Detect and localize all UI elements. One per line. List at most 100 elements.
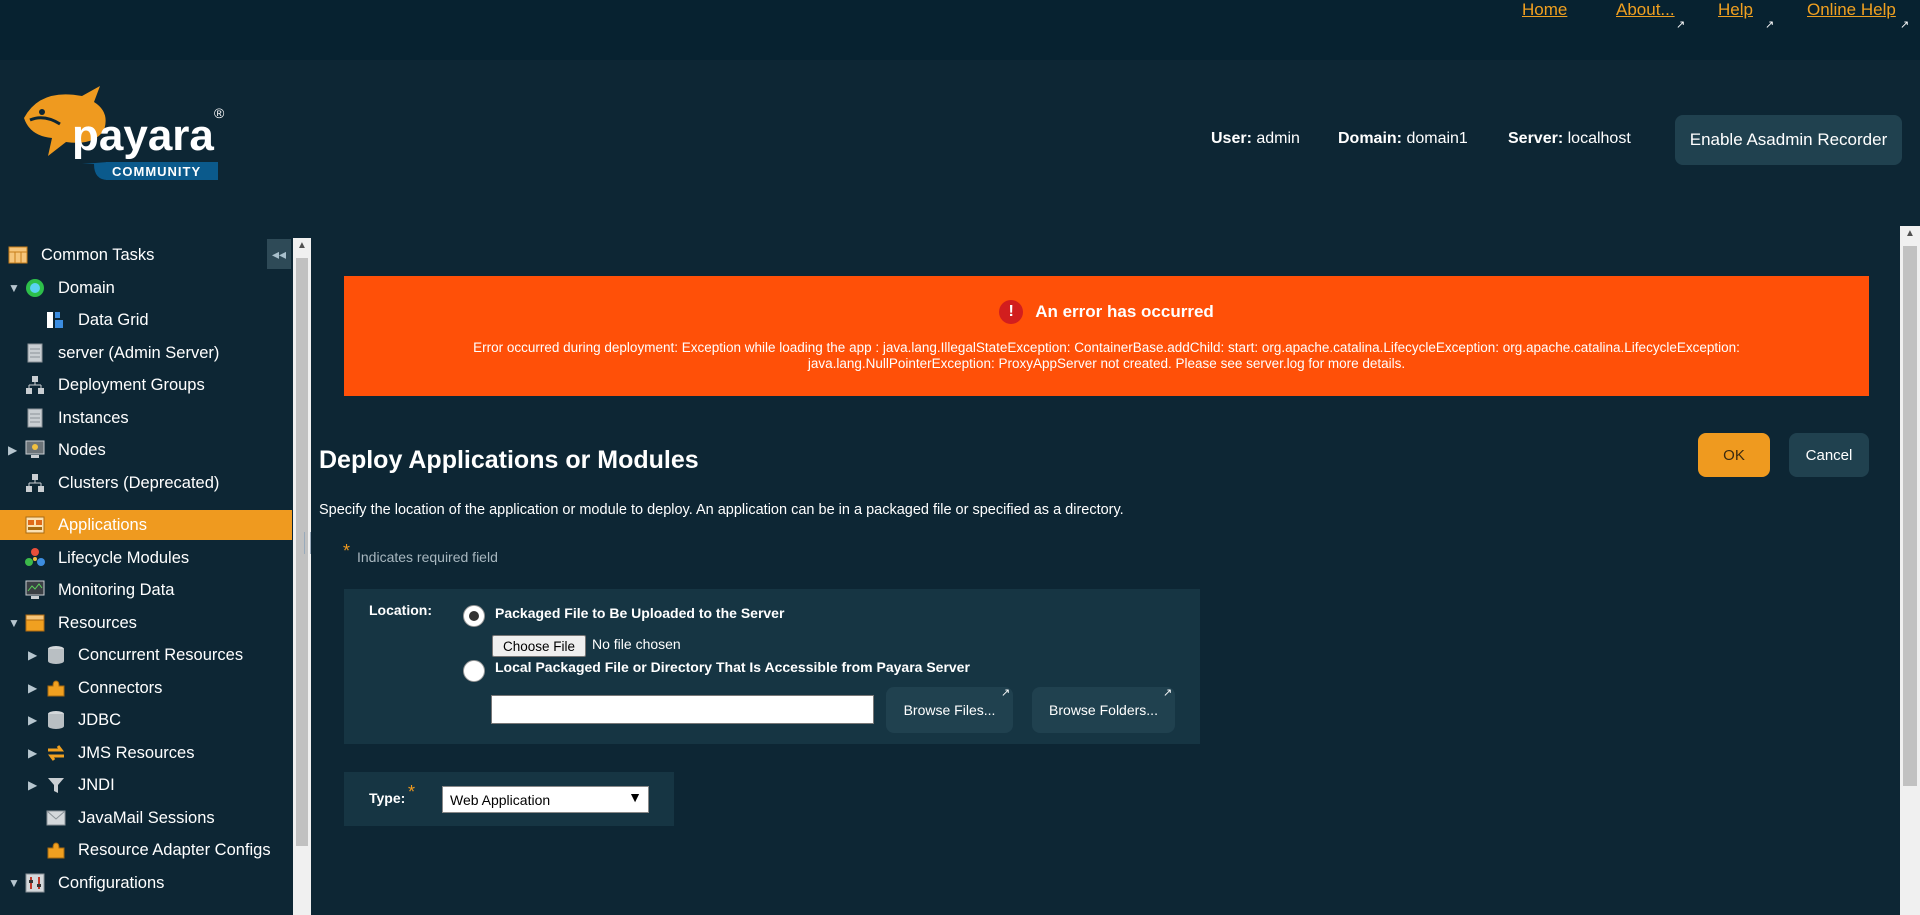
- online-help-link[interactable]: Online Help: [1807, 0, 1896, 20]
- sidebar-item-javamail-sessions[interactable]: JavaMail Sessions: [0, 803, 292, 833]
- sidebar-item-instances[interactable]: Instances: [0, 403, 292, 433]
- sidebar-item-label: server (Admin Server): [58, 343, 220, 362]
- server-icon: [25, 408, 45, 428]
- location-label: Location:: [369, 602, 432, 618]
- main-scroll-thumb[interactable]: [1903, 246, 1917, 786]
- sidebar-item-label: Nodes: [58, 440, 106, 459]
- sidebar-item-label: Clusters (Deprecated): [58, 473, 220, 492]
- error-alert: ! An error has occurred Error occurred d…: [344, 276, 1869, 396]
- server-label: Server:: [1508, 130, 1564, 147]
- puzzle-icon: [46, 678, 66, 698]
- sidebar-item-resource-adapter-configs[interactable]: Resource Adapter Configs: [0, 835, 292, 865]
- top-nav-bar: Home About... ↗ Help ↗ Online Help ↗: [0, 0, 1920, 60]
- expand-toggle[interactable]: ▼: [8, 281, 20, 295]
- upload-radio[interactable]: [463, 605, 485, 627]
- group-icon: [25, 473, 45, 493]
- node-icon: [25, 440, 45, 460]
- sidebar-item-deployment-groups[interactable]: Deployment Groups: [0, 370, 292, 400]
- sidebar-item-label: Concurrent Resources: [78, 645, 244, 664]
- sidebar-item-domain[interactable]: ▼ Domain: [0, 273, 292, 303]
- sidebar-item-server[interactable]: server (Admin Server): [0, 338, 292, 368]
- user-label: User:: [1211, 130, 1252, 147]
- sidebar-item-applications[interactable]: Applications: [0, 510, 292, 540]
- local-file-radio-label[interactable]: Local Packaged File or Directory That Is…: [495, 659, 970, 675]
- local-path-input[interactable]: [491, 695, 874, 724]
- type-label: Type:: [369, 790, 406, 806]
- sidebar-item-common-tasks[interactable]: Common Tasks: [0, 240, 292, 270]
- applications-icon: [25, 515, 45, 535]
- puzzle-icon: [46, 840, 66, 860]
- sidebar-item-label: JavaMail Sessions: [78, 808, 215, 827]
- sidebar-item-monitoring-data[interactable]: Monitoring Data: [0, 575, 292, 605]
- expand-toggle[interactable]: ▶: [28, 713, 37, 727]
- help-link[interactable]: Help: [1718, 0, 1753, 20]
- type-select[interactable]: Web Application ▼: [442, 786, 649, 813]
- sidebar-item-label: Applications: [58, 515, 147, 534]
- expand-toggle[interactable]: ▼: [8, 876, 20, 890]
- sidebar-item-clusters[interactable]: Clusters (Deprecated): [0, 468, 292, 498]
- globe-icon: [25, 278, 45, 298]
- expand-toggle[interactable]: ▶: [8, 443, 17, 457]
- sidebar-item-jms-resources[interactable]: ▶ JMS Resources: [0, 738, 292, 768]
- cancel-button[interactable]: Cancel: [1789, 433, 1869, 477]
- expand-toggle[interactable]: ▶: [28, 648, 37, 662]
- type-select-value: Web Application: [450, 792, 551, 808]
- domain-label: Domain:: [1338, 130, 1402, 147]
- sidebar-item-connectors[interactable]: ▶ Connectors: [0, 673, 292, 703]
- enable-asadmin-recorder-button[interactable]: Enable Asadmin Recorder: [1675, 115, 1902, 165]
- lifecycle-icon: [25, 548, 45, 568]
- required-star: *: [343, 541, 351, 561]
- ok-button[interactable]: OK: [1698, 433, 1770, 477]
- external-link-icon: ↗: [1765, 19, 1775, 31]
- sidebar-item-configurations[interactable]: ▼ Configurations: [0, 868, 292, 898]
- local-file-radio[interactable]: [463, 660, 485, 682]
- external-link-icon: ↗: [1001, 687, 1011, 699]
- sidebar-item-jdbc[interactable]: ▶ JDBC: [0, 705, 292, 735]
- sidebar-item-label: Resources: [58, 613, 137, 632]
- server-info: Server: localhost: [1508, 130, 1631, 148]
- server-icon: [25, 343, 45, 363]
- sidebar-item-resources[interactable]: ▼ Resources: [0, 608, 292, 638]
- choose-file-button[interactable]: Choose File: [492, 635, 586, 657]
- sidebar-item-data-grid[interactable]: Data Grid: [0, 305, 292, 335]
- expand-toggle[interactable]: ▶: [28, 681, 37, 695]
- sidebar-item-lifecycle-modules[interactable]: Lifecycle Modules: [0, 543, 292, 573]
- pane-splitter[interactable]: [311, 226, 313, 915]
- browse-files-button[interactable]: Browse Files...: [886, 687, 1013, 733]
- splitter-grip-icon[interactable]: [304, 532, 311, 554]
- external-link-icon: ↗: [1676, 19, 1686, 31]
- sidebar-item-label: JNDI: [78, 775, 115, 794]
- upload-radio-label[interactable]: Packaged File to Be Uploaded to the Serv…: [495, 605, 784, 621]
- sidebar-item-label: Configurations: [58, 873, 165, 892]
- scroll-up-arrow-icon[interactable]: ▲: [1900, 228, 1920, 244]
- sidebar-item-label: Domain: [58, 278, 115, 297]
- grid-icon: [45, 310, 65, 330]
- browse-folders-button[interactable]: Browse Folders...: [1032, 687, 1175, 733]
- page-title: Deploy Applications or Modules: [319, 446, 699, 474]
- sidebar-item-label: Lifecycle Modules: [58, 548, 190, 567]
- scroll-up-arrow-icon[interactable]: ▲: [293, 240, 311, 256]
- expand-toggle[interactable]: ▼: [8, 616, 20, 630]
- monitor-icon: [25, 580, 45, 600]
- required-star: *: [408, 782, 416, 802]
- logo-brand: payara: [72, 111, 214, 160]
- filter-icon: [46, 775, 66, 795]
- expand-toggle[interactable]: ▶: [28, 746, 37, 760]
- sidebar-item-jndi[interactable]: ▶ JNDI: [0, 770, 292, 800]
- sidebar-item-concurrent-resources[interactable]: ▶ Concurrent Resources: [0, 640, 292, 670]
- dropdown-arrow-icon: ▼: [628, 789, 642, 805]
- sidebar-item-label: Deployment Groups: [58, 375, 205, 394]
- sidebar-item-nodes[interactable]: ▶ Nodes: [0, 435, 292, 465]
- exchange-icon: [46, 743, 66, 763]
- user-info: User: admin: [1211, 130, 1300, 148]
- navigation-tree: ◂◂ Common Tasks ▼ Domain Data Grid serve…: [0, 226, 292, 915]
- logo-edition: COMMUNITY: [112, 164, 201, 179]
- sidebar-item-label: Connectors: [78, 678, 163, 697]
- database-icon: [46, 645, 66, 665]
- expand-toggle[interactable]: ▶: [28, 778, 37, 792]
- sidebar-item-label: Monitoring Data: [58, 580, 175, 599]
- no-file-chosen-text: No file chosen: [592, 636, 681, 652]
- home-link[interactable]: Home: [1522, 0, 1567, 20]
- about-link[interactable]: About...: [1616, 0, 1675, 20]
- header: payara ® COMMUNITY User: admin Domain: d…: [0, 60, 1920, 226]
